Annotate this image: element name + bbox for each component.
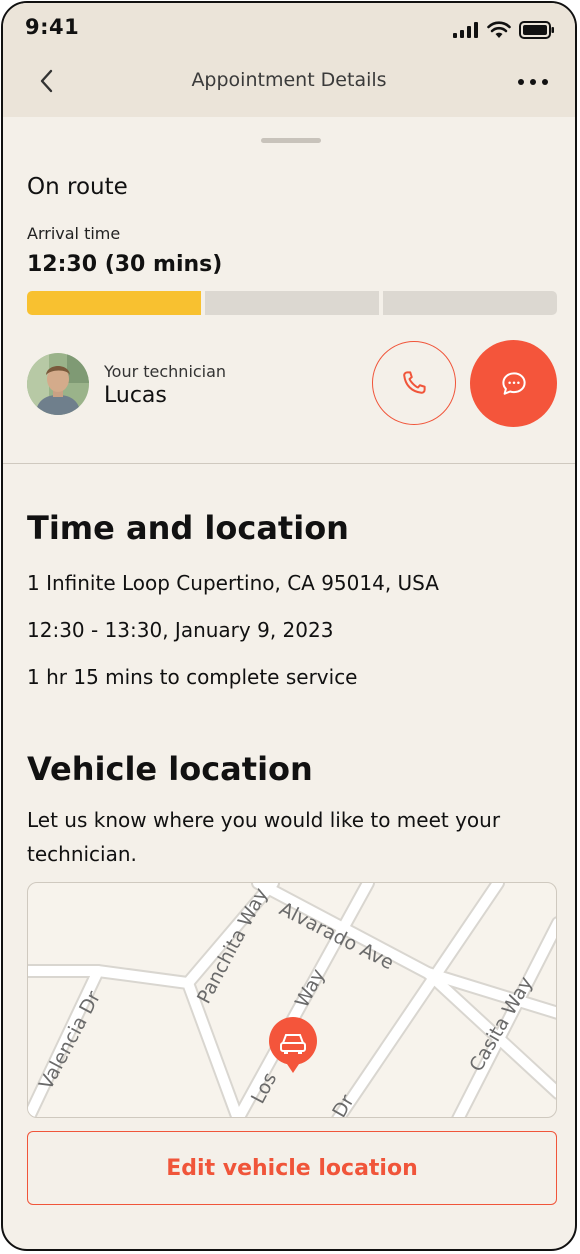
battery-icon xyxy=(519,21,554,39)
chat-bubble-icon xyxy=(501,371,526,395)
arrival-progress-bar xyxy=(27,291,557,315)
phone-frame: 9:41 Appointment Details On route Arriva… xyxy=(1,1,577,1251)
street-label: Panchita Way xyxy=(193,884,272,1007)
time-range-text: 12:30 - 13:30, January 9, 2023 xyxy=(27,618,334,642)
message-technician-button[interactable] xyxy=(470,340,557,427)
appointment-status: On route xyxy=(27,174,128,200)
duration-text: 1 hr 15 mins to complete service xyxy=(27,665,358,689)
edit-vehicle-location-button[interactable]: Edit vehicle location xyxy=(27,1131,557,1205)
technician-name: Lucas xyxy=(104,383,167,408)
time-location-heading: Time and location xyxy=(27,509,349,547)
more-icon xyxy=(518,79,548,85)
phone-icon xyxy=(403,371,426,394)
arrival-label: Arrival time xyxy=(27,224,121,243)
technician-avatar xyxy=(27,353,89,415)
vehicle-description: Let us know where you would like to meet… xyxy=(27,808,501,866)
signal-icon xyxy=(453,22,478,38)
progress-segment xyxy=(205,291,379,315)
header: 9:41 Appointment Details xyxy=(3,3,575,117)
drag-handle[interactable] xyxy=(261,138,321,143)
call-technician-button[interactable] xyxy=(372,341,456,425)
progress-segment xyxy=(383,291,557,315)
more-button[interactable] xyxy=(513,67,553,97)
vehicle-map[interactable]: Alvarado Ave Panchita Way Valencia Dr Lo… xyxy=(27,882,557,1118)
address-text: 1 Infinite Loop Cupertino, CA 95014, USA xyxy=(27,571,439,595)
arrival-value: 12:30 (30 mins) xyxy=(27,252,223,277)
wifi-icon xyxy=(487,21,511,38)
car-pin-icon xyxy=(269,1017,317,1073)
status-time: 9:41 xyxy=(25,15,80,39)
page-title: Appointment Details xyxy=(191,69,387,91)
technician-label: Your technician xyxy=(104,362,227,381)
street-label: Alvarado Ave xyxy=(276,898,398,974)
street-label: Valencia Dr xyxy=(35,987,105,1093)
status-icons xyxy=(453,21,555,39)
vehicle-location-heading: Vehicle location xyxy=(27,750,313,788)
section-divider xyxy=(3,463,575,464)
progress-segment xyxy=(27,291,201,315)
